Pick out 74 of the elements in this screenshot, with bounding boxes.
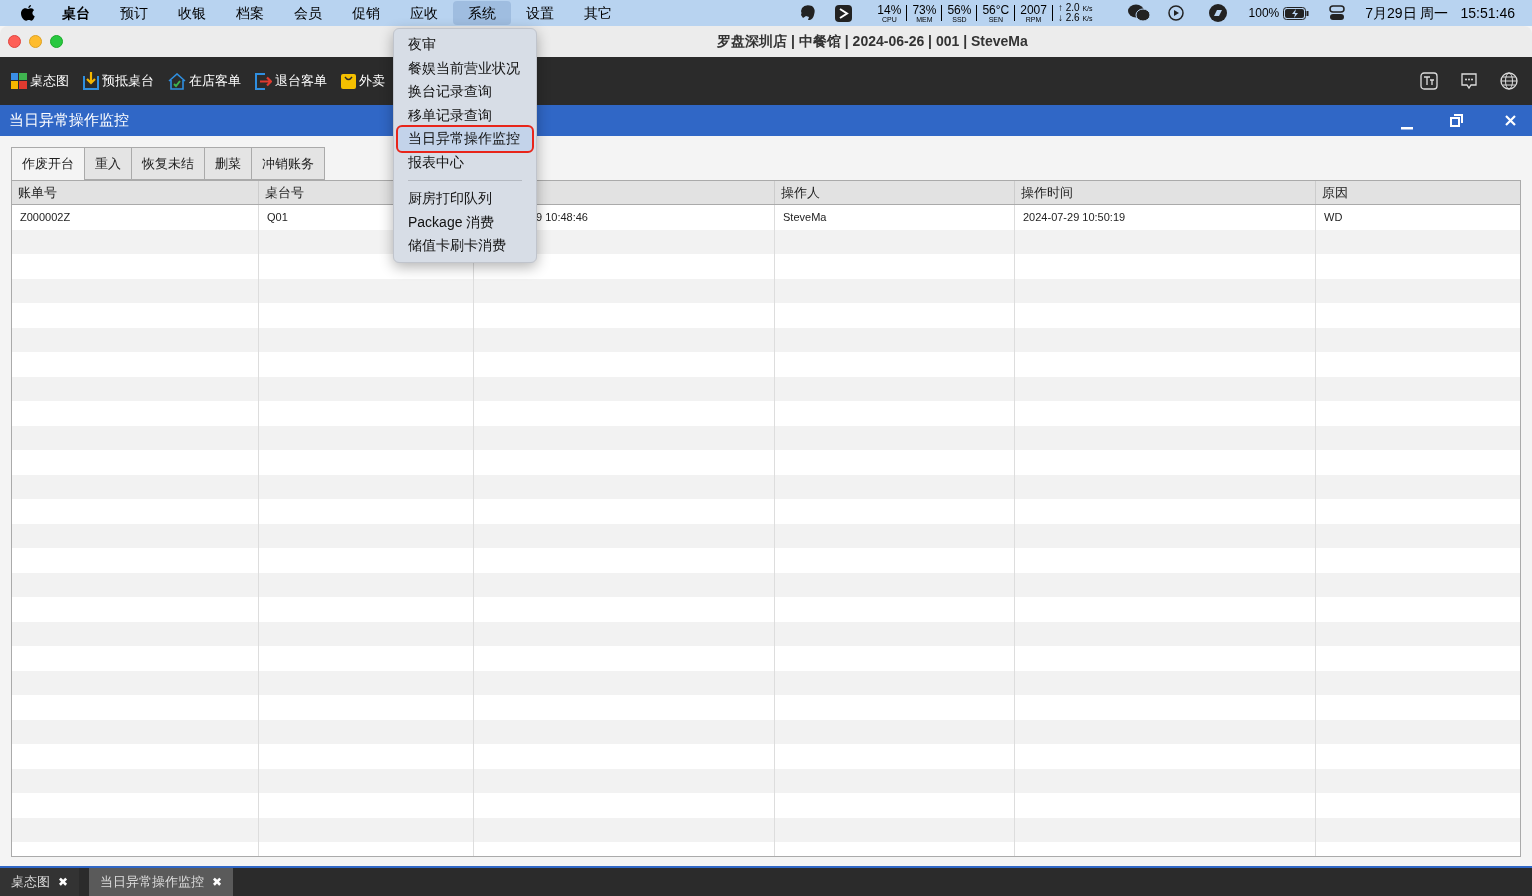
battery-percent: 100% [1248,5,1280,22]
menu-item[interactable]: Package 消费 [398,210,532,234]
globe-icon[interactable] [1500,72,1518,90]
toolbar-button[interactable]: 退台客单 [255,71,327,91]
column-header[interactable]: 账单号 [18,182,57,203]
tab[interactable]: 删菜 [204,147,252,180]
menu-item[interactable]: 换台记录查询 [398,80,532,104]
tab-label: 当日异常操作监控 [100,873,204,892]
chat-bubbles-icon[interactable] [1127,4,1150,22]
menu-bar-item[interactable]: 桌台 [47,1,105,25]
stat-value: 14% [877,3,902,16]
table-cell-text: Z000002Z [20,210,71,225]
restore-icon[interactable] [1450,114,1463,127]
menu-bar-item[interactable]: 预订 [105,1,163,25]
menu-bar-item[interactable]: 收银 [163,1,221,25]
toolbar-button[interactable]: 桌态图 [11,71,69,91]
stat-value: 73% [912,3,937,16]
menu-item[interactable]: 厨房打印队列 [398,187,532,211]
close-icon[interactable] [1505,115,1516,126]
circle-icon[interactable] [1208,4,1227,22]
close-button[interactable] [8,35,21,48]
tiles-icon [11,73,27,89]
menu-bar-item[interactable]: 设置 [511,1,569,25]
menu-bar-item[interactable]: 会员 [279,1,337,25]
menu-bar-date[interactable]: 7月29日 周一 [1365,2,1449,24]
tab-label: 桌态图 [11,873,50,892]
chat-icon[interactable] [1460,72,1478,90]
menu-bar-item[interactable]: 系统 [453,1,511,25]
close-icon[interactable]: ✖ [212,873,222,891]
toolbar-button[interactable]: 在店客单 [168,71,241,91]
panel-title: 当日异常操作监控 [9,110,129,131]
document-tab[interactable]: 当日异常操作监控 ✖ [89,868,233,896]
column-header[interactable]: 操作人 [781,182,820,203]
stat-value: 2007 [1020,3,1047,16]
toggle-icon[interactable] [1329,5,1346,21]
table-cell-text: SteveMa [783,210,827,225]
window-title: 罗盘深圳店 | 中餐馆 | 2024-06-26 | 001 | SteveMa [717,32,1028,51]
menu-item[interactable]: 餐娱当前营业状况 [398,56,532,80]
download-icon [83,72,99,90]
stat-value: 56% [947,3,972,16]
table-cell-text: WD [1324,210,1343,225]
menu-item[interactable]: 储值卡刷卡消费 [398,234,532,258]
tab[interactable]: 作废开台 [11,147,85,180]
stat-value: 56°C [982,3,1010,16]
tab[interactable]: 重入 [84,147,132,180]
text-size-icon[interactable] [1420,72,1438,90]
table-cell-text: Q01 [267,210,288,225]
toolbar-button[interactable]: 预抵桌台 [83,71,154,91]
column-header[interactable]: 桌台号 [265,182,304,203]
house-check-icon [168,72,186,90]
table-cell-text: 9 10:48:46 [536,210,588,225]
menu-item[interactable]: 移单记录查询 [398,103,532,127]
apple-logo-icon[interactable] [21,5,35,21]
exit-icon [255,72,272,90]
document-tab[interactable]: 桌态图 ✖ [0,868,79,896]
menu-item[interactable]: 报表中心 [398,150,532,174]
table-cell-text: 2024-07-29 10:50:19 [1023,210,1126,225]
menu-item[interactable]: 当日异常操作监控 [398,127,532,151]
bag-icon [341,73,356,89]
tab[interactable]: 冲销账务 [251,147,325,180]
play-icon[interactable] [1167,5,1184,21]
toolbar-button[interactable]: 外卖 [341,71,385,91]
menu-bar-item[interactable]: 促销 [337,1,395,25]
close-icon[interactable]: ✖ [58,873,68,891]
app-icon[interactable] [835,4,853,22]
column-header[interactable]: 原因 [1322,182,1348,203]
battery-icon[interactable] [1283,6,1310,20]
menu-bar-item[interactable]: 其它 [569,1,627,25]
menu-bar-clock[interactable]: 15:51:46 [1460,2,1515,24]
menu-item[interactable]: 夜审 [398,33,532,57]
menu-bar-item[interactable]: 档案 [221,1,279,25]
column-header[interactable]: 操作时间 [1021,182,1073,203]
menu-bar-item[interactable]: 应收 [395,1,453,25]
tab[interactable]: 恢复未结 [131,147,205,180]
